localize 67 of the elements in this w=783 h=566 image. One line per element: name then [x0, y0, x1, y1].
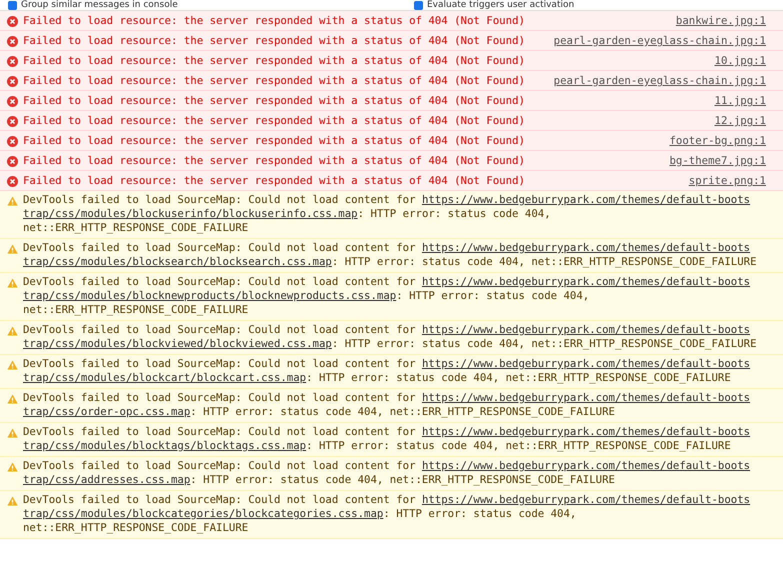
error-text: Failed to load resource: the server responded with a status of 404 (Not Found)	[23, 53, 525, 69]
warning-icon	[7, 244, 18, 254]
error-text: Failed to load resource: the server responded with a status of 404 (Not Found)	[23, 73, 525, 89]
source-link[interactable]: 12.jpg:1	[714, 113, 766, 129]
source-link[interactable]: pearl-garden-eyeglass-chain.jpg:1	[554, 73, 766, 89]
error-icon	[7, 116, 18, 127]
warning-text: DevTools failed to load SourceMap: Could not load content for https://www.bedgeburrypark.com/themes/default-bootstrap/css/modules/blocksearch/blocksearch.css.map: HTTP error: status code 404, net::ERR_HTTP_RESPONSE_CODE_FAILURE	[23, 241, 758, 269]
source-map-link[interactable]: https://www.bedgeburrypark.com/themes/default-boots	[422, 425, 750, 438]
source-link[interactable]: 11.jpg:1	[714, 93, 766, 109]
source-map-link[interactable]: https://www.bedgeburrypark.com/themes/default-boots	[422, 193, 750, 206]
warning-text: DevTools failed to load SourceMap: Could not load content for https://www.bedgeburrypark.com/themes/default-bootstrap/css/modules/blockcart/blockcart.css.map: HTTP error: status code 404, net::ERR_HTTP_RESPONSE_CODE_FAILURE	[23, 357, 752, 385]
error-text: Failed to load resource: the server responded with a status of 404 (Not Found)	[23, 113, 525, 129]
source-map-link[interactable]: trap/css/modules/blocksearch/blocksearch.css.map	[23, 255, 332, 268]
warning-text: DevTools failed to load SourceMap: Could not load content for https://www.bedgeburrypark.com/themes/default-bootstrap/css/addresses.css.map: HTTP error: status code 404, net::ERR_HTTP_RESPONSE_CODE_FAILURE	[23, 459, 752, 487]
source-map-link[interactable]: https://www.bedgeburrypark.com/themes/default-boots	[422, 323, 750, 336]
source-map-link[interactable]: trap/css/modules/blockuserinfo/blockuserinfo.css.map	[23, 207, 358, 220]
source-map-link[interactable]: trap/css/modules/blockcategories/blockcategories.css.map	[23, 507, 384, 520]
error-text: Failed to load resource: the server responded with a status of 404 (Not Found)	[23, 13, 525, 29]
source-map-link[interactable]: trap/css/addresses.css.map	[23, 473, 190, 486]
warning-icon	[7, 496, 18, 506]
warning-icon	[7, 196, 18, 206]
source-link[interactable]: 10.jpg:1	[714, 53, 766, 69]
warning-icon	[7, 428, 18, 438]
source-link[interactable]: bg-theme7.jpg:1	[669, 153, 766, 169]
source-map-link[interactable]: trap/css/modules/blocktags/blocktags.css.map	[23, 439, 306, 452]
source-map-link[interactable]: trap/css/modules/blocknewproducts/blocknewproducts.css.map	[23, 289, 396, 302]
error-text: Failed to load resource: the server responded with a status of 404 (Not Found)	[23, 33, 525, 49]
warning-icon	[7, 326, 18, 336]
error-icon	[7, 76, 18, 87]
error-icon	[7, 136, 18, 147]
error-icon	[7, 156, 18, 167]
source-link[interactable]: sprite.png:1	[688, 173, 766, 189]
error-text: Failed to load resource: the server responded with a status of 404 (Not Found)	[23, 153, 525, 169]
source-link[interactable]: bankwire.jpg:1	[676, 13, 766, 29]
error-icon	[7, 16, 18, 27]
error-icon	[7, 56, 18, 67]
source-map-link[interactable]: trap/css/order-opc.css.map	[23, 405, 190, 418]
warning-icon	[7, 462, 18, 472]
warning-icon	[7, 360, 18, 370]
warning-icon	[7, 278, 18, 288]
source-map-link[interactable]: https://www.bedgeburrypark.com/themes/default-boots	[422, 275, 750, 288]
warning-icon	[7, 394, 18, 404]
error-icon	[7, 96, 18, 107]
error-text: Failed to load resource: the server responded with a status of 404 (Not Found)	[23, 173, 525, 189]
source-map-link[interactable]: trap/css/modules/blockviewed/blockviewed.css.map	[23, 337, 332, 350]
warning-text: DevTools failed to load SourceMap: Could not load content for https://www.bedgeburrypark.com/themes/default-bootstrap/css/modules/blocknewproducts/blocknewproducts.css.map: HTTP error: status code 404, net::ERR_HTTP_RESPONSE_CODE_FAILURE	[23, 275, 752, 317]
warning-text: DevTools failed to load SourceMap: Could not load content for https://www.bedgeburrypark.com/themes/default-bootstrap/css/modules/blockcategories/blockcategories.css.map: HTTP error: status code 404, net::ERR_HTTP_RESPONSE_CODE_FAILURE	[23, 493, 752, 535]
checkbox-label: Evaluate triggers user activation	[427, 0, 574, 10]
source-map-link[interactable]: trap/css/modules/blockcart/blockcart.css.map	[23, 371, 306, 384]
error-text: Failed to load resource: the server responded with a status of 404 (Not Found)	[23, 133, 525, 149]
error-icon	[7, 176, 18, 187]
warning-text: DevTools failed to load SourceMap: Could not load content for https://www.bedgeburrypark.com/themes/default-bootstrap/css/modules/blockviewed/blockviewed.css.map: HTTP error: status code 404, net::ERR_HTTP_RESPONSE_CODE_FAILURE	[23, 323, 758, 351]
warning-text: DevTools failed to load SourceMap: Could not load content for https://www.bedgeburrypark.com/themes/default-bootstrap/css/modules/blocktags/blocktags.css.map: HTTP error: status code 404, net::ERR_HTTP_RESPONSE_CODE_FAILURE	[23, 425, 752, 453]
source-map-link[interactable]: https://www.bedgeburrypark.com/themes/default-boots	[422, 357, 750, 370]
source-link[interactable]: pearl-garden-eyeglass-chain.jpg:1	[554, 33, 766, 49]
checkbox-label: Group similar messages in console	[21, 0, 178, 10]
source-link[interactable]: footer-bg.png:1	[669, 133, 766, 149]
error-text: Failed to load resource: the server responded with a status of 404 (Not Found)	[23, 93, 525, 109]
source-map-link[interactable]: https://www.bedgeburrypark.com/themes/default-boots	[422, 493, 750, 506]
source-map-link[interactable]: https://www.bedgeburrypark.com/themes/default-boots	[422, 241, 750, 254]
checkbox[interactable]	[8, 0, 17, 10]
error-icon	[7, 36, 18, 47]
source-map-link[interactable]: https://www.bedgeburrypark.com/themes/default-boots	[422, 459, 750, 472]
warning-text: DevTools failed to load SourceMap: Could not load content for https://www.bedgeburrypark.com/themes/default-bootstrap/css/modules/blockuserinfo/blockuserinfo.css.map: HTTP error: status code 404, net::ERR_HTTP_RESPONSE_CODE_FAILURE	[23, 193, 752, 235]
warning-text: DevTools failed to load SourceMap: Could not load content for https://www.bedgeburrypark.com/themes/default-bootstrap/css/order-opc.css.map: HTTP error: status code 404, net::ERR_HTTP_RESPONSE_CODE_FAILURE	[23, 391, 752, 419]
source-map-link[interactable]: https://www.bedgeburrypark.com/themes/default-boots	[422, 391, 750, 404]
checkbox[interactable]	[414, 0, 423, 10]
